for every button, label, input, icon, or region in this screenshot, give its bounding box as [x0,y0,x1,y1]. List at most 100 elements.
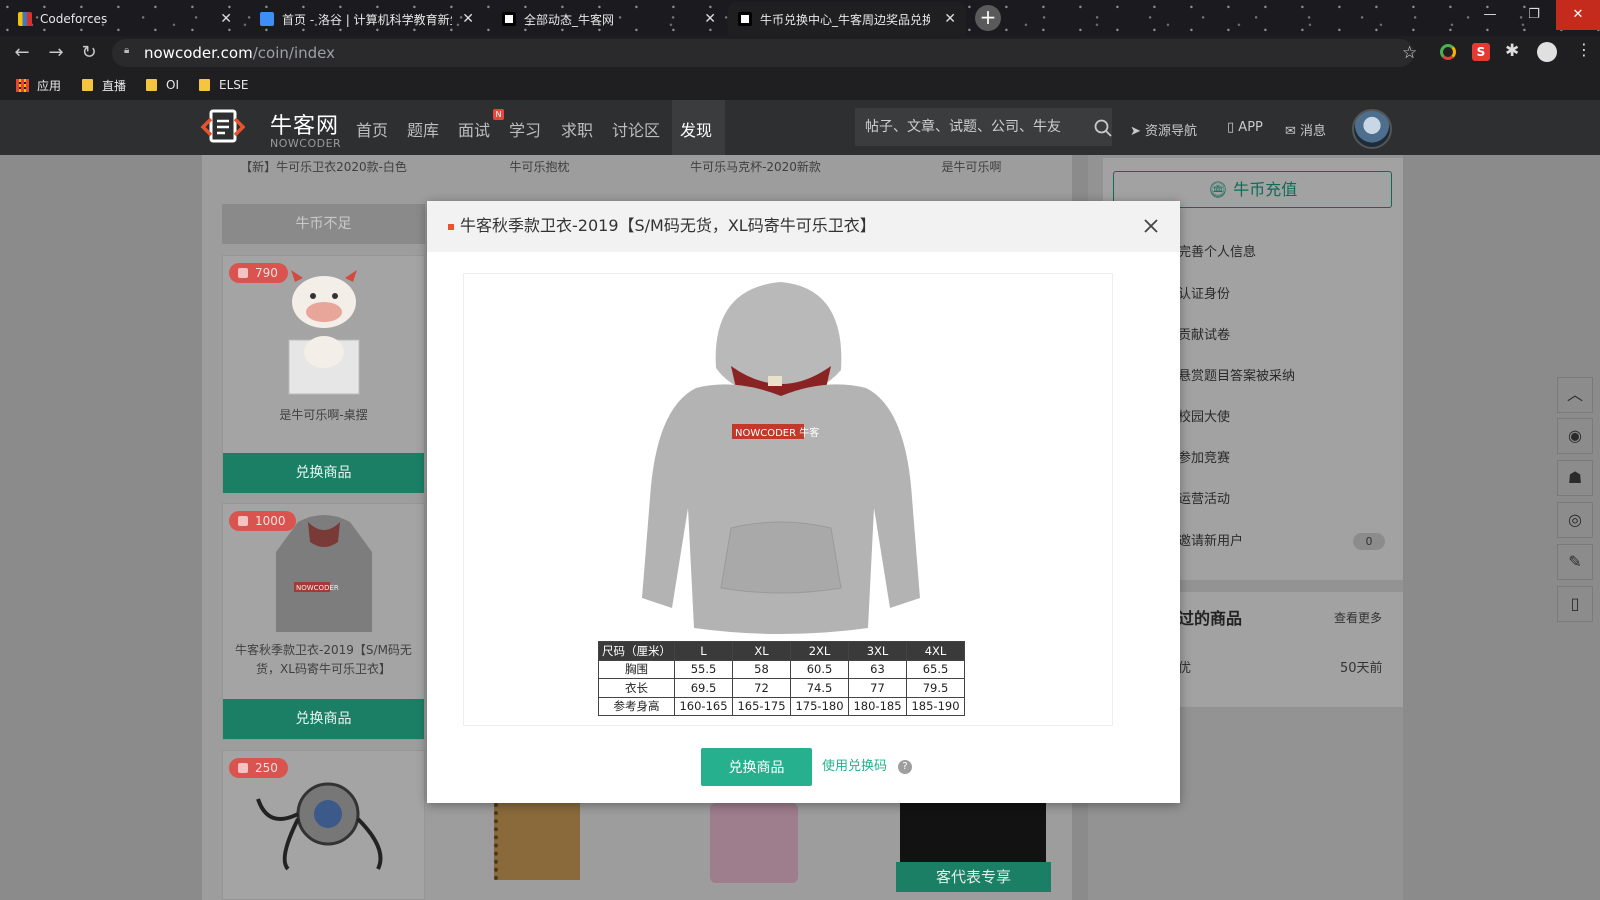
task-campus-ambassador[interactable]: 校园大使 [1178,406,1230,425]
mobile-icon[interactable]: ▯ [1557,586,1593,622]
folder-icon [82,79,93,91]
task-ops-activity[interactable]: 运营活动 [1178,488,1230,507]
redeem-button[interactable]: 兑换商品 [223,699,424,739]
forward-arrow-icon[interactable]: → [44,41,68,65]
menu-icon[interactable]: ⋮ [1576,40,1592,59]
tab-nowcoder-feed[interactable]: 全部动态_牛客网 ✕ [492,2,726,36]
table-row: 参考身高 160-165 165-175 175-180 180-185 185… [598,696,965,716]
exchanged-item-time: 50天前 [1340,661,1383,676]
messages-label: 消息 [1300,124,1327,139]
help-icon[interactable]: ? [898,760,912,774]
reload-icon[interactable]: ↻ [77,41,101,65]
bookmark-oi[interactable]: OI [146,76,179,94]
product-name: 牛客秋季款卫衣-2019【S/M码无货，XL码寄牛可乐卫衣】 [235,643,412,676]
weibo-icon[interactable]: ◉ [1557,418,1593,454]
messages-link[interactable]: ✉ 消息 [1285,120,1326,139]
url-host: nowcoder.com [144,44,253,62]
use-redeem-code-link[interactable]: 使用兑换码 [822,758,887,776]
pencil-icon[interactable]: ✎ [1557,544,1593,580]
window-close-button[interactable]: ✕ [1556,0,1600,30]
site-search-input[interactable] [855,108,1112,146]
size-chart-table: 尺码（厘米） L XL 2XL 3XL 4XL 胸围 55.5 58 60.5 … [598,641,965,716]
product-card[interactable]: 1000 NOWCODER 牛客秋季款卫衣-2019【S/M码无货，XL码寄牛可… [222,503,425,740]
table-cell: 185-190 [906,696,965,716]
search-icon[interactable] [1094,119,1112,137]
tab-title: Codeforces [40,12,108,26]
table-cell: 55.5 [674,659,733,679]
exchanged-title: 过的商品 [1178,609,1243,628]
codeforces-favicon-icon [18,12,32,26]
bookmark-label: ELSE [219,78,249,92]
close-icon[interactable]: ✕ [704,11,716,27]
nav-home[interactable]: 首页 [356,117,388,141]
product-card[interactable]: 250 [222,750,425,900]
avatar[interactable] [1352,109,1392,149]
app-link[interactable]: ▯ APP [1227,120,1263,135]
table-cell: 160-165 [674,696,733,716]
hoodie-thumbnail-image: NOWCODER [276,515,372,632]
bookmark-label: 直播 [102,78,127,93]
back-arrow-icon[interactable]: ← [10,41,34,65]
task-contribute-paper[interactable]: 贡献试卷 [1178,324,1230,343]
close-icon[interactable]: ✕ [944,11,956,27]
redeem-product-button[interactable]: 兑换商品 [701,748,812,786]
coin-icon: 🪙︎ [1207,180,1234,199]
minimize-button[interactable]: — [1468,0,1512,30]
table-cell: 74.5 [790,678,849,698]
tab-title: 首页 - 洛谷 | 计算机科学教育新生 [282,12,452,27]
redeem-button[interactable]: 兑换商品 [223,453,424,493]
bookmark-label: 应用 [37,78,62,93]
bookmark-live[interactable]: 直播 [82,76,126,94]
resource-nav-link[interactable]: ➤ 资源导航 [1130,120,1197,139]
lock-icon: 🔒︎ [124,45,130,56]
product-card[interactable]: 790 是牛可乐啊-桌摆 兑换商品 [222,255,425,493]
bookmark-apps[interactable]: 应用 [16,76,61,94]
table-header: 2XL [790,641,849,661]
bookmark-else[interactable]: ELSE [199,76,248,94]
task-join-contest[interactable]: 参加竞赛 [1178,447,1230,466]
close-icon[interactable]: ✕ [462,11,474,27]
close-icon[interactable]: ✕ [220,11,232,27]
tab-luogu[interactable]: 首页 - 洛谷 | 计算机科学教育新生 ✕ [250,2,484,36]
cow-figure-image [288,270,360,395]
profile-icon[interactable] [1537,42,1557,62]
nav-jobs[interactable]: 求职 [561,117,593,141]
wechat-icon[interactable]: ◎ [1557,502,1593,538]
nav-interview[interactable]: 面试 [458,117,490,141]
extensions-icon[interactable]: ✱ [1505,41,1519,61]
extension-s-icon[interactable]: S [1472,43,1490,61]
extension-color-icon[interactable] [1440,44,1456,60]
arrow-up-icon[interactable]: ︿ [1557,377,1593,413]
url-text[interactable]: nowcoder.com/coin/index [144,43,335,63]
resource-nav-label: 资源导航 [1145,124,1198,139]
title-marker [448,224,454,230]
table-cell: 175-180 [790,696,849,716]
new-tab-button[interactable]: + [975,5,1001,31]
tab-title: 全部动态_牛客网 [524,12,615,27]
nav-problems[interactable]: 题库 [407,117,439,141]
tab-codeforces[interactable]: Codeforces ✕ [8,2,242,36]
bottle-image [710,803,798,883]
table-row: 胸围 55.5 58 60.5 63 65.5 [598,659,965,679]
restore-button[interactable]: ❐ [1512,0,1556,30]
task-verify-identity[interactable]: 认证身份 [1178,283,1230,302]
qq-icon[interactable]: ☗ [1557,460,1593,496]
nav-forum[interactable]: 讨论区 [612,117,660,141]
phone-icon: ▯ [1227,120,1239,135]
tab-coin-center[interactable]: 牛币兑换中心_牛客周边奖品兑换 ✕ [728,2,966,36]
task-invite-users[interactable]: 邀请新用户 [1178,530,1243,549]
table-header: XL [732,641,791,661]
nowcoder-favicon-icon [502,12,516,26]
star-icon[interactable]: ☆ [1402,43,1417,63]
logo-text[interactable]: 牛客网 [270,108,339,140]
close-icon[interactable] [1143,218,1159,234]
view-more-link[interactable]: 查看更多 [1334,609,1382,626]
nowcoder-logo-icon[interactable] [199,107,245,147]
charging-cable-image [256,782,383,871]
task-bounty-answer[interactable]: 悬赏题目答案被采纳 [1178,365,1295,384]
nav-discover[interactable]: 发现 [680,117,712,141]
nav-learn[interactable]: 学习 [509,117,541,141]
url-path: /coin/index [252,44,335,62]
table-header: 4XL [906,641,965,661]
task-complete-profile[interactable]: 完善个人信息 [1178,241,1256,260]
